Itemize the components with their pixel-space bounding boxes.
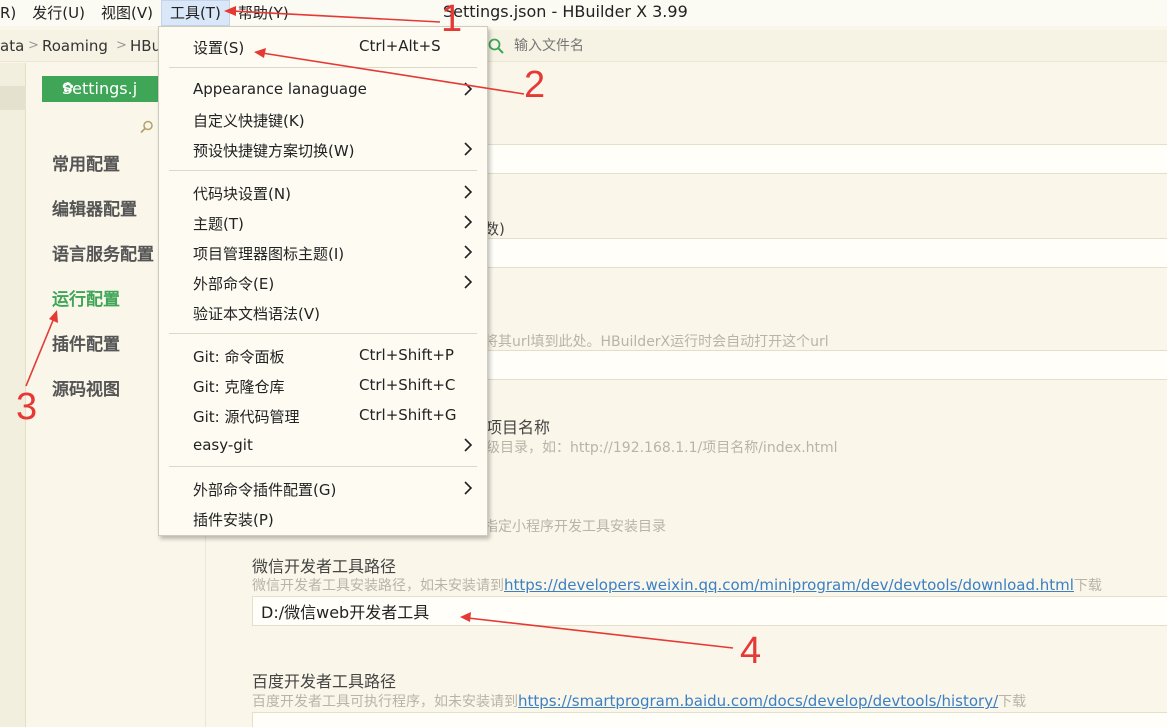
- menu-item-custom-shortcuts[interactable]: 自定义快捷键(K): [159, 104, 487, 134]
- annotation-number-4: 4: [740, 630, 762, 672]
- menu-publish[interactable]: 发行(U): [24, 0, 93, 26]
- baidu-desc-prefix: 百度开发者工具可执行程序，如未安装请到: [252, 694, 518, 710]
- nav-item-common[interactable]: 常用配置: [52, 150, 120, 175]
- menu-item-label: 项目管理器图标主题(I): [193, 245, 345, 263]
- menu-item-label: Git: 命令面板: [193, 348, 285, 366]
- menu-item-appearance-language[interactable]: Appearance lanaguage: [159, 74, 487, 104]
- menu-item-git-clone[interactable]: Git: 克隆仓库 Ctrl+Shift+C: [159, 370, 487, 400]
- menu-tools[interactable]: 工具(T): [160, 0, 230, 26]
- chevron-right-icon: [464, 275, 473, 289]
- chevron-right-icon: [464, 481, 473, 495]
- nav-item-source-view[interactable]: 源码视图: [52, 375, 120, 400]
- baidu-devtools-desc: 百度开发者工具可执行程序，如未安装请到https://smartprogram.…: [252, 691, 1026, 711]
- menu-separator: [169, 333, 477, 334]
- menu-item-git-command-palette[interactable]: Git: 命令面板 Ctrl+Shift+P: [159, 340, 487, 370]
- menu-item-label: 预设快捷键方案切换(W): [193, 142, 355, 160]
- menu-item-validate-syntax[interactable]: 验证本文档语法(V): [159, 297, 487, 327]
- menu-help[interactable]: 帮助(Y): [230, 0, 297, 26]
- menu-view[interactable]: 视图(V): [93, 0, 161, 26]
- menu-item-external-commands[interactable]: 外部命令(E): [159, 267, 487, 297]
- baidu-download-link[interactable]: https://smartprogram.baidu.com/docs/deve…: [518, 692, 998, 710]
- chevron-right-icon: [464, 142, 473, 156]
- menu-item-shortcut: Ctrl+Shift+P: [359, 346, 454, 364]
- menu-run[interactable]: R): [0, 0, 24, 26]
- chevron-right-icon: [464, 185, 473, 199]
- tools-dropdown-menu: 设置(S) Ctrl+Alt+S Appearance lanaguage 自定…: [158, 26, 488, 536]
- baidu-devtools-path-input[interactable]: [252, 712, 1167, 727]
- chevron-right-icon: [464, 438, 473, 452]
- menu-item-easy-git[interactable]: easy-git: [159, 430, 487, 460]
- chevron-right-icon: [464, 215, 473, 229]
- annotation-number-2: 2: [524, 64, 546, 106]
- file-search-input[interactable]: [510, 34, 710, 58]
- menu-item-label: 插件安装(P): [193, 511, 274, 529]
- baidu-desc-suffix: 下载: [998, 694, 1027, 710]
- menu-item-external-plugin-config[interactable]: 外部命令插件配置(G): [159, 473, 487, 503]
- setting-desc-fragment: 指定小程序开发工具安装目录: [484, 519, 666, 535]
- menu-item-label: 设置(S): [193, 39, 245, 57]
- menu-item-shortcut-scheme[interactable]: 预设快捷键方案切换(W): [159, 134, 487, 164]
- menu-item-icon-theme[interactable]: 项目管理器图标主题(I): [159, 237, 487, 267]
- wechat-devtools-title: 微信开发者工具路径: [252, 557, 397, 576]
- menu-item-shortcut: Ctrl+Shift+C: [359, 376, 456, 394]
- menu-item-label: Appearance lanaguage: [193, 80, 367, 98]
- wechat-desc-suffix: 下载: [1073, 578, 1102, 594]
- menu-item-label: Git: 源代码管理: [193, 408, 300, 426]
- menu-separator: [169, 466, 477, 467]
- annotation-arrowhead-3: [49, 310, 58, 323]
- breadcrumb-separator: >: [28, 38, 39, 53]
- nav-item-run[interactable]: 运行配置: [52, 285, 120, 310]
- breadcrumb-item-hbuilder[interactable]: HBu: [130, 30, 161, 62]
- wechat-devtools-path-input[interactable]: [252, 596, 1167, 626]
- breadcrumb-item-roaming[interactable]: Roaming: [42, 30, 108, 62]
- setting-desc-fragment: 级目录，如：http://192.168.1.1/项目名称/index.html: [486, 440, 838, 456]
- gutter-active-row: [0, 86, 26, 110]
- menu-item-label: 自定义快捷键(K): [193, 112, 305, 130]
- annotation-arrow-3: [25, 317, 55, 387]
- menu-item-shortcut: Ctrl+Shift+G: [359, 406, 457, 424]
- setting-desc-fragment: 将其url填到此处。HBuilderX运行时会自动打开这个url: [484, 334, 829, 350]
- nav-item-plugins[interactable]: 插件配置: [52, 330, 120, 355]
- menu-separator: [169, 170, 477, 171]
- menu-item-settings[interactable]: 设置(S) Ctrl+Alt+S: [159, 31, 487, 61]
- wechat-download-link[interactable]: https://developers.weixin.qq.com/minipro…: [504, 576, 1074, 594]
- menu-separator: [169, 67, 477, 68]
- search-icon: [488, 38, 504, 54]
- gear-icon: ✿: [62, 80, 74, 96]
- search-icon[interactable]: [139, 119, 155, 135]
- breadcrumb-item-appdata[interactable]: ata: [0, 30, 24, 62]
- window-title: Settings.json - HBuilder X 3.99: [443, 2, 688, 21]
- menu-item-label: Git: 克隆仓库: [193, 378, 285, 396]
- wechat-desc-prefix: 微信开发者工具安装路径，如未安装请到: [252, 578, 504, 594]
- menu-item-snippets[interactable]: 代码块设置(N): [159, 177, 487, 207]
- menu-item-label: 主题(T): [193, 215, 244, 233]
- menu-item-label: 验证本文档语法(V): [193, 305, 320, 323]
- menu-item-install-plugin[interactable]: 插件安装(P): [159, 503, 487, 533]
- nav-item-language-service[interactable]: 语言服务配置: [52, 240, 154, 265]
- annotation-number-1: 1: [441, 0, 463, 40]
- breadcrumb-separator: >: [116, 38, 127, 53]
- menu-item-label: 代码块设置(N): [193, 185, 291, 203]
- menu-item-label: easy-git: [193, 436, 253, 454]
- baidu-devtools-title: 百度开发者工具路径: [252, 672, 397, 691]
- menu-item-git-source-control[interactable]: Git: 源代码管理 Ctrl+Shift+G: [159, 400, 487, 430]
- annotation-number-3: 3: [16, 386, 38, 428]
- setting-label-fragment: 项目名称: [486, 418, 551, 437]
- nav-item-editor[interactable]: 编辑器配置: [52, 195, 137, 220]
- menu-item-shortcut: Ctrl+Alt+S: [359, 37, 441, 55]
- menu-item-label: 外部命令插件配置(G): [193, 481, 337, 499]
- chevron-right-icon: [464, 245, 473, 259]
- menu-item-label: 外部命令(E): [193, 275, 275, 293]
- wechat-devtools-desc: 微信开发者工具安装路径，如未安装请到https://developers.wei…: [252, 575, 1102, 595]
- menu-item-theme[interactable]: 主题(T): [159, 207, 487, 237]
- chevron-right-icon: [464, 82, 473, 96]
